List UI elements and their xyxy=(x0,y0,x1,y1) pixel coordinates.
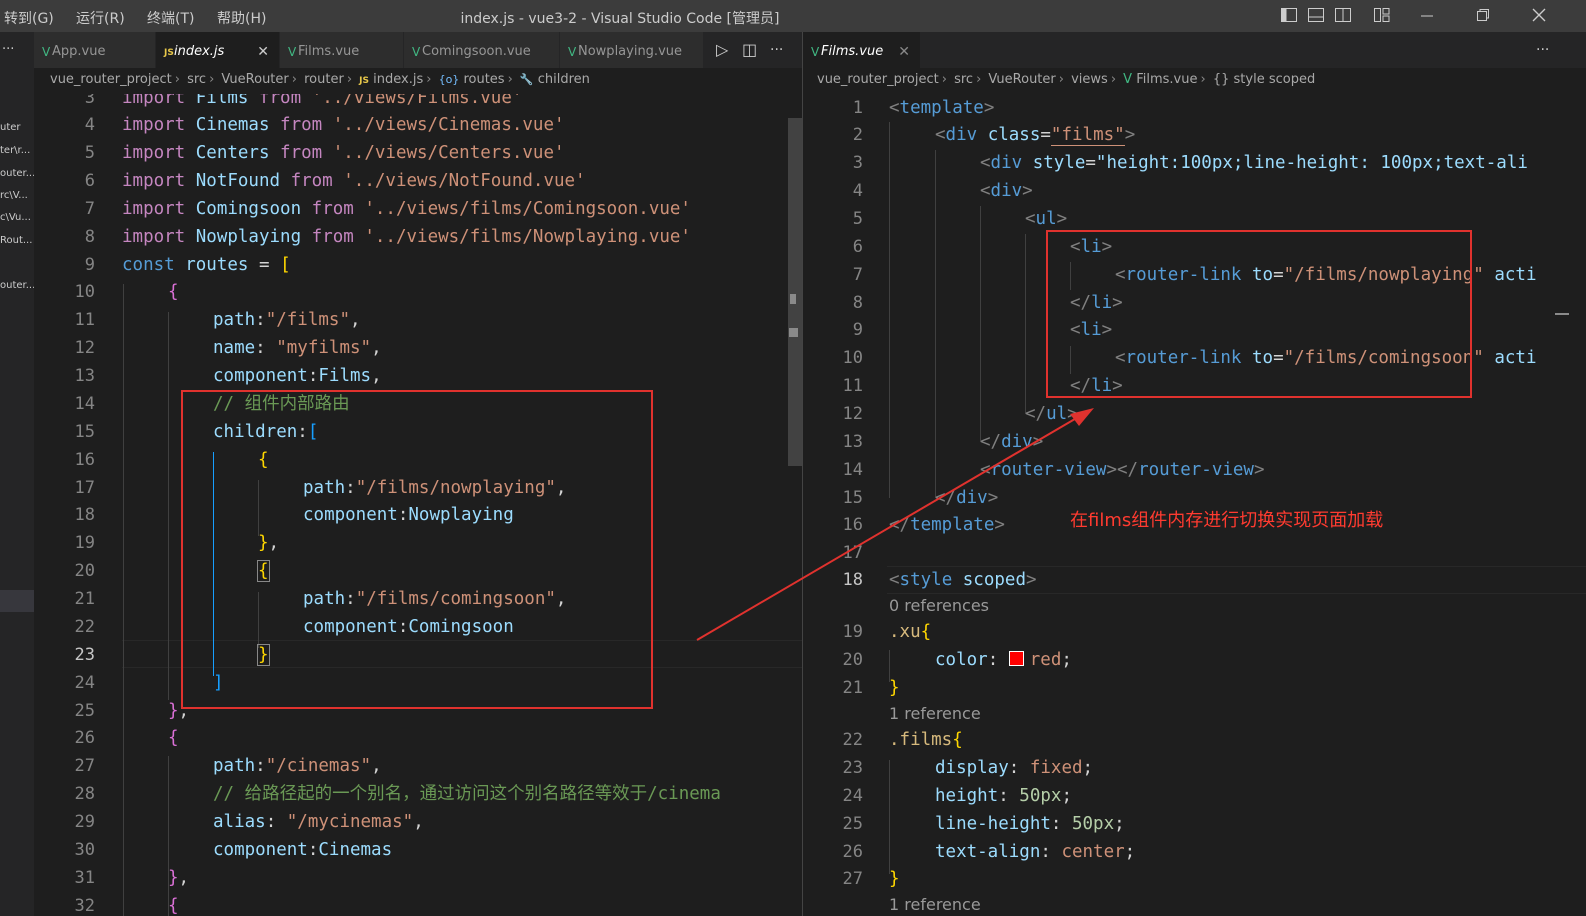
annotation-arrow xyxy=(696,408,1094,641)
